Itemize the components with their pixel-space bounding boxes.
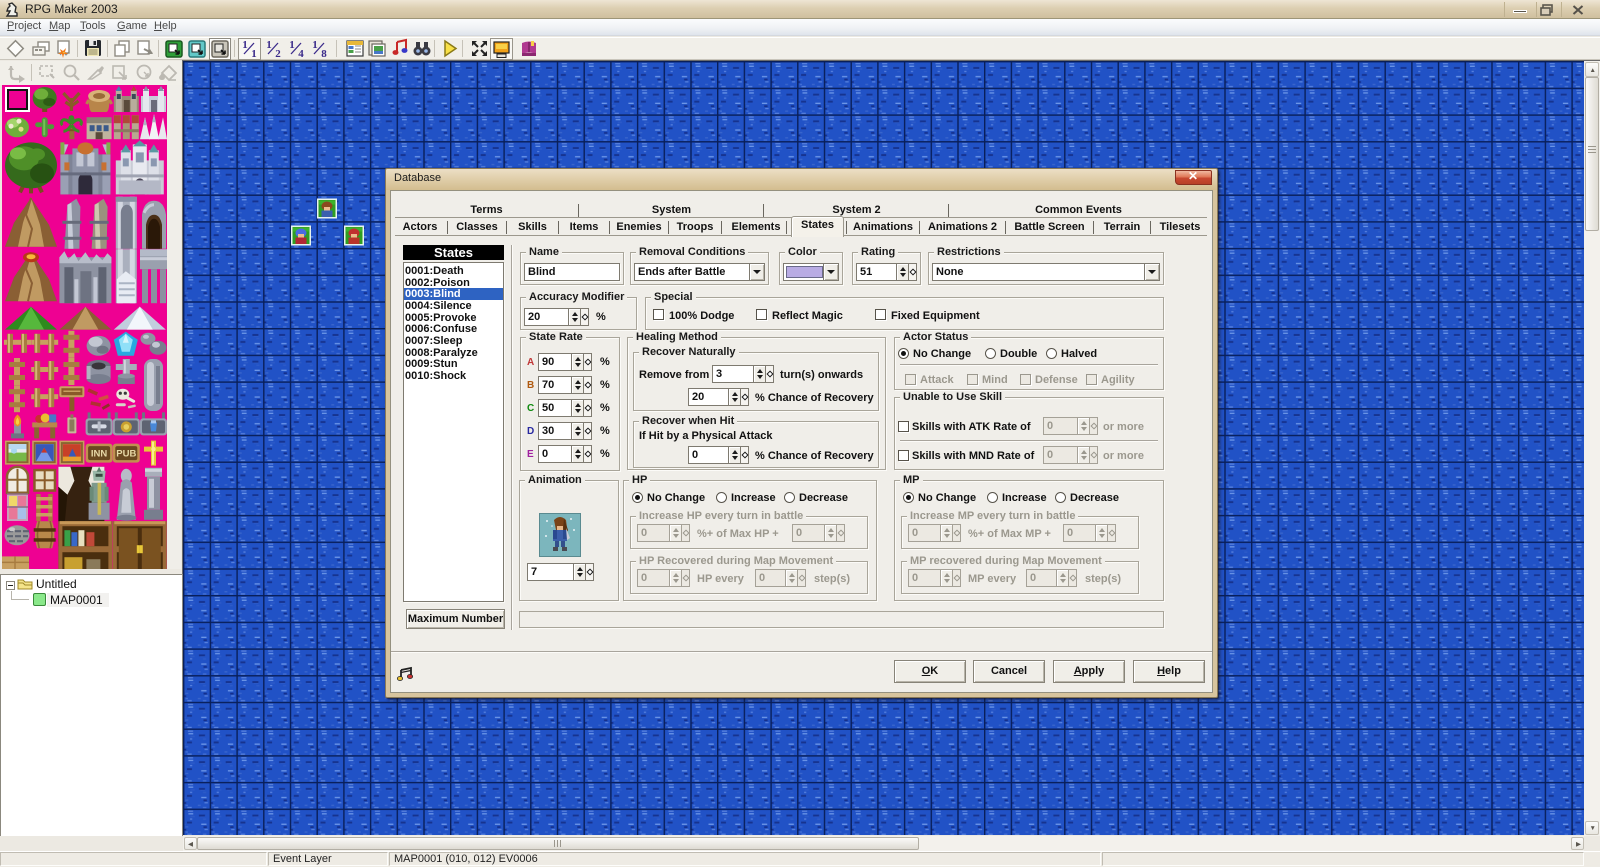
svg-text:2: 2	[275, 48, 281, 60]
svg-text:1: 1	[266, 39, 272, 51]
svg-text:INN: INN	[91, 449, 108, 460]
svg-text:1: 1	[251, 48, 257, 60]
svg-text:PUB: PUB	[116, 449, 136, 460]
svg-text:8: 8	[321, 48, 327, 60]
svg-text:1: 1	[289, 39, 295, 51]
svg-text:1: 1	[242, 39, 248, 51]
svg-text:1: 1	[312, 39, 318, 51]
svg-text:4: 4	[298, 48, 304, 60]
